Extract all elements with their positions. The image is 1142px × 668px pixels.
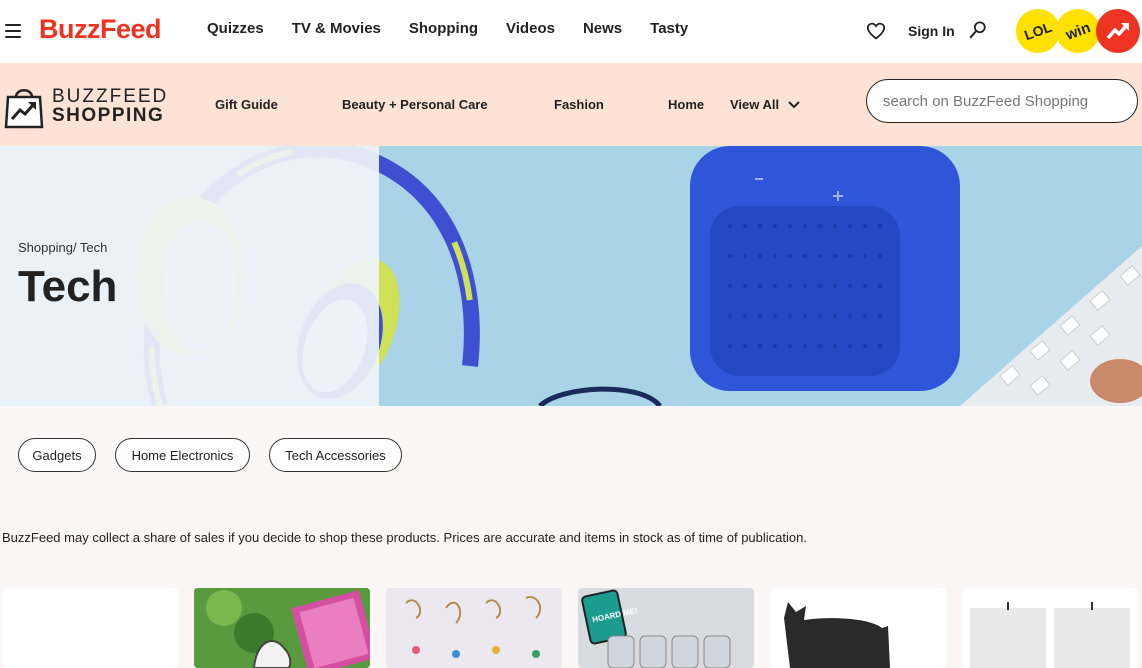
hero-banner: Shopping/ Tech Tech	[0, 146, 1142, 406]
shopping-search-input[interactable]	[866, 79, 1138, 123]
sign-in-link[interactable]: Sign In	[908, 23, 955, 39]
badge-group: LOL win	[1009, 2, 1140, 60]
shopping-logo-line2: SHOPPING	[52, 105, 165, 126]
shopping-logo[interactable]: BUZZFEED SHOPPING	[2, 83, 168, 129]
trending-icon[interactable]	[1096, 9, 1140, 53]
product-image	[386, 588, 562, 668]
shopping-bar: BUZZFEED SHOPPING Gift Guide Beauty + Pe…	[0, 63, 1142, 146]
product-card[interactable]	[386, 588, 562, 668]
product-card[interactable]	[962, 588, 1138, 668]
chevron-down-icon	[788, 100, 800, 108]
nav-shopping[interactable]: Shopping	[409, 20, 478, 37]
pill-tech-accessories[interactable]: Tech Accessories	[269, 438, 402, 472]
pill-home-electronics[interactable]: Home Electronics	[115, 438, 250, 472]
product-card[interactable]: HOARD ME!	[578, 588, 754, 668]
nav-tv-movies[interactable]: TV & Movies	[292, 20, 381, 37]
shopnav-home[interactable]: Home	[668, 97, 704, 112]
affiliate-disclaimer: BuzzFeed may collect a share of sales if…	[2, 530, 807, 545]
product-image	[194, 588, 370, 668]
shopnav-gift-guide[interactable]: Gift Guide	[215, 97, 278, 112]
breadcrumb[interactable]: Shopping/ Tech	[18, 240, 107, 255]
pill-gadgets[interactable]: Gadgets	[18, 438, 96, 472]
view-all-dropdown[interactable]: View All	[730, 97, 801, 112]
product-card[interactable]	[770, 588, 946, 668]
view-all-label: View All	[730, 97, 780, 112]
top-nav: BuzzFeed Quizzes TV & Movies Shopping Vi…	[0, 0, 1142, 63]
nav-tasty[interactable]: Tasty	[650, 20, 688, 37]
nav-quizzes[interactable]: Quizzes	[207, 20, 264, 37]
buzzfeed-logo[interactable]: BuzzFeed	[39, 14, 162, 45]
hamburger-icon[interactable]	[5, 24, 21, 38]
product-image	[770, 588, 946, 668]
shopnav-fashion[interactable]: Fashion	[554, 97, 604, 112]
heart-icon[interactable]	[866, 22, 886, 40]
product-image	[962, 588, 1138, 668]
nav-videos[interactable]: Videos	[506, 20, 555, 37]
shopping-bag-icon	[4, 89, 44, 129]
shopping-logo-line1: BUZZFEED	[52, 86, 169, 107]
page-title: Tech	[18, 262, 118, 311]
nav-news[interactable]: News	[583, 20, 622, 37]
search-icon[interactable]	[969, 21, 987, 39]
main-nav: Quizzes TV & Movies Shopping Videos News…	[207, 20, 716, 37]
product-card[interactable]	[2, 588, 178, 668]
product-image: HOARD ME!	[578, 588, 754, 668]
shopnav-beauty[interactable]: Beauty + Personal Care	[342, 97, 488, 112]
product-card[interactable]	[194, 588, 370, 668]
